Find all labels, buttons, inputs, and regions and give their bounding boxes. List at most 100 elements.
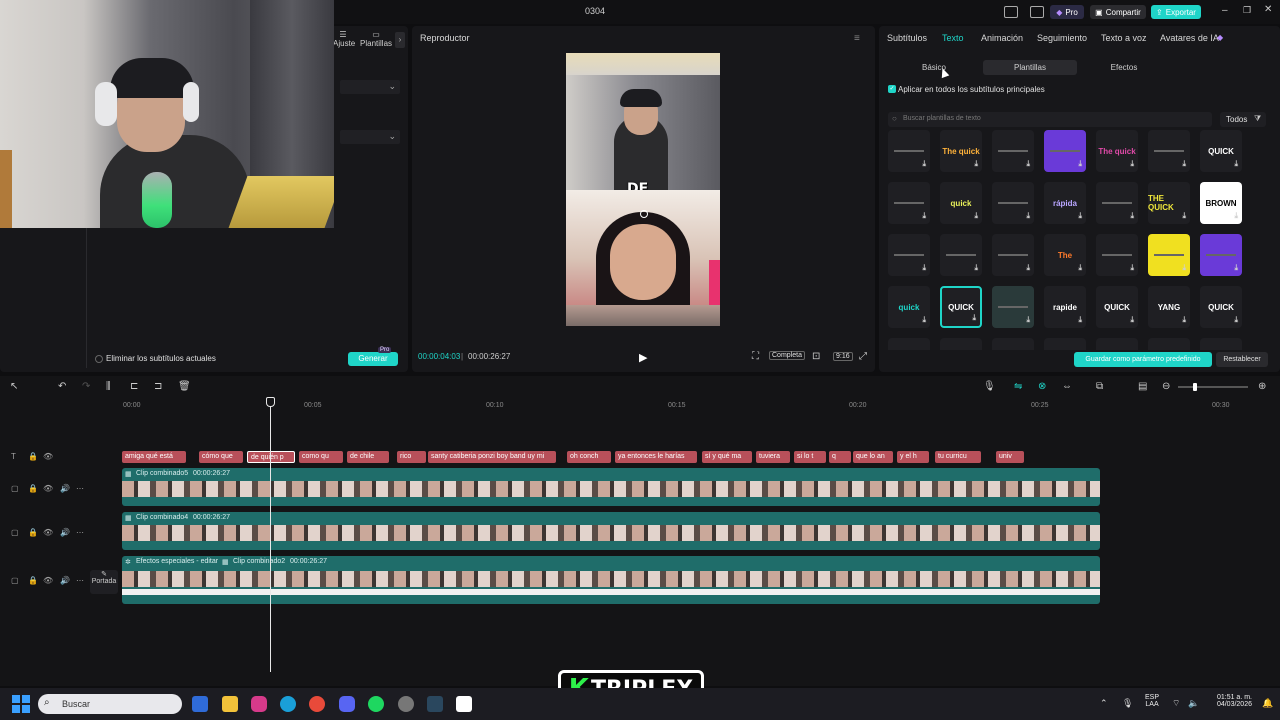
trim-right-icon[interactable]: ⊐ bbox=[154, 381, 162, 392]
dropdown-2[interactable]: ⌄ bbox=[340, 130, 400, 144]
fit-icon[interactable]: ⊡ bbox=[812, 351, 820, 362]
download-icon[interactable]: ⤓ bbox=[1234, 159, 1238, 169]
text-template-card[interactable]: ⤓ bbox=[992, 182, 1034, 224]
text-template-card[interactable]: ⤓ bbox=[888, 130, 930, 172]
shortcuts-icon[interactable] bbox=[1030, 6, 1044, 18]
layout-icon[interactable] bbox=[1004, 6, 1018, 18]
eye-icon[interactable]: 👁 bbox=[43, 484, 53, 493]
notification-icon[interactable]: 🔔 bbox=[1262, 698, 1273, 709]
download-icon[interactable]: ⤓ bbox=[1234, 315, 1238, 325]
edge-icon[interactable] bbox=[280, 696, 296, 712]
text-template-card[interactable]: QUICK ⤓ bbox=[1096, 286, 1138, 328]
chevron-right-icon[interactable]: › bbox=[395, 32, 405, 48]
download-icon[interactable]: ⤓ bbox=[1026, 315, 1030, 325]
dropdown-1[interactable]: ⌄ bbox=[340, 80, 400, 94]
link-icon[interactable]: ⇋ bbox=[1014, 381, 1022, 392]
text-template-card[interactable]: ⤓ bbox=[992, 130, 1034, 172]
more-icon[interactable]: ⋯ bbox=[76, 576, 84, 585]
download-icon[interactable]: ⤓ bbox=[1130, 159, 1134, 169]
text-template-card[interactable]: ⤓ bbox=[992, 338, 1034, 350]
download-icon[interactable]: ⤓ bbox=[1078, 263, 1082, 273]
cover-button[interactable]: ✎ Portada bbox=[90, 570, 118, 594]
lock-icon[interactable]: 🔒 bbox=[28, 452, 38, 461]
windows-start-icon[interactable] bbox=[12, 695, 30, 713]
more-icon[interactable]: ⋯ bbox=[76, 528, 84, 537]
microphone-icon[interactable]: 🎙 bbox=[983, 381, 996, 392]
text-template-card[interactable]: ⤓ bbox=[888, 182, 930, 224]
tab-plantillas[interactable]: ▭ Plantillas bbox=[360, 30, 392, 48]
text-template-card[interactable]: THE QUICK⤓ bbox=[888, 338, 930, 350]
tab-ajuste[interactable]: ☰ Ajuste bbox=[333, 30, 355, 48]
subtab-basico[interactable]: Básico bbox=[887, 60, 981, 75]
split-icon[interactable]: ⫼ bbox=[106, 381, 111, 392]
magnet-icon[interactable]: ⊗ bbox=[1038, 381, 1046, 392]
clock[interactable]: 01:51 a. m. 04/03/2026 bbox=[1206, 694, 1252, 708]
mic-tray-icon[interactable]: 🎙 bbox=[1122, 698, 1133, 709]
full-quality-button[interactable]: Completa bbox=[769, 351, 805, 360]
fullscreen-icon[interactable]: ⤢ bbox=[859, 351, 867, 362]
caption-clip[interactable]: ya entonces le harías bbox=[615, 451, 697, 463]
download-icon[interactable]: ⤓ bbox=[974, 159, 978, 169]
volume-icon[interactable]: 🔈 bbox=[1188, 698, 1199, 709]
filter-button[interactable]: Todos ⧩ bbox=[1220, 112, 1266, 127]
crop-icon[interactable]: ⛶ bbox=[752, 351, 759, 362]
caption-clip[interactable]: y el h bbox=[897, 451, 929, 463]
radio-remove-subtitles[interactable] bbox=[95, 355, 103, 363]
audio-icon[interactable]: 🔊 bbox=[60, 484, 70, 493]
text-template-card[interactable]: ⤓ bbox=[992, 234, 1034, 276]
text-template-card[interactable]: ⤓ bbox=[1200, 234, 1242, 276]
text-template-card[interactable]: The ⤓ bbox=[1044, 234, 1086, 276]
text-template-card[interactable]: ⤓ bbox=[992, 286, 1034, 328]
download-icon[interactable]: ⤓ bbox=[1078, 211, 1082, 221]
download-icon[interactable]: ⤓ bbox=[1026, 211, 1030, 221]
lock-icon[interactable]: 🔒 bbox=[28, 528, 38, 537]
text-template-card[interactable]: BROWN ⤓ bbox=[1200, 182, 1242, 224]
text-template-card[interactable]: ⤓ bbox=[1148, 130, 1190, 172]
video-track-clip-2[interactable]: ✲ Efectos especiales - editar ▦ Clip com… bbox=[122, 556, 1100, 604]
save-default-button[interactable]: Guardar como parámetro predefinido bbox=[1074, 352, 1212, 367]
text-template-card[interactable]: rápida ⤓ bbox=[1044, 182, 1086, 224]
caption-track-icon[interactable]: ▤ bbox=[1138, 381, 1147, 392]
trim-left-icon[interactable]: ⊏ bbox=[130, 381, 138, 392]
text-template-card[interactable]: ⤓ bbox=[1044, 338, 1086, 350]
zoom-slider[interactable] bbox=[1178, 386, 1248, 388]
zoom-in-icon[interactable]: ⊕ bbox=[1258, 381, 1266, 392]
caption-clip-selected[interactable]: de quién p bbox=[247, 451, 295, 463]
download-icon[interactable]: ⤓ bbox=[1130, 263, 1134, 273]
text-template-card[interactable]: ⤓ bbox=[1096, 182, 1138, 224]
share-button[interactable]: ▣ Compartir bbox=[1090, 5, 1146, 19]
playhead[interactable] bbox=[270, 398, 271, 672]
steam-icon[interactable] bbox=[427, 696, 443, 712]
text-template-card[interactable]: THE QUICK⤓ bbox=[1148, 182, 1190, 224]
text-template-card[interactable]: quick ⤓ bbox=[940, 182, 982, 224]
caption-clip[interactable]: de chile bbox=[347, 451, 389, 463]
tab-texto[interactable]: Texto bbox=[942, 33, 964, 43]
download-icon[interactable]: ⤓ bbox=[1026, 159, 1030, 169]
download-icon[interactable]: ⤓ bbox=[1130, 211, 1134, 221]
close-icon[interactable]: ✕ bbox=[1264, 4, 1272, 15]
text-template-card[interactable]: ⤓ bbox=[1096, 234, 1138, 276]
lock-icon[interactable]: 🔒 bbox=[28, 576, 38, 585]
maximize-icon[interactable]: ❐ bbox=[1243, 5, 1251, 16]
link-clips-icon[interactable]: ⇔ bbox=[1062, 381, 1072, 392]
subtab-efectos[interactable]: Efectos bbox=[1077, 60, 1171, 75]
language-indicator[interactable]: ESP LAA bbox=[1145, 694, 1159, 708]
video-track-clip-4[interactable]: ▦ Clip combinado4 00:00:26:27 bbox=[122, 512, 1100, 550]
play-icon[interactable]: ▶ bbox=[639, 351, 647, 364]
text-template-card[interactable]: THE QUICK⤓ bbox=[940, 338, 982, 350]
download-icon[interactable]: ⤓ bbox=[1026, 263, 1030, 273]
download-icon[interactable]: ⤓ bbox=[974, 263, 978, 273]
text-template-card[interactable]: The quick ⤓ bbox=[940, 130, 982, 172]
text-template-card[interactable]: QUICK ⤓ bbox=[1200, 130, 1242, 172]
eye-icon[interactable]: 👁 bbox=[43, 452, 53, 461]
aspect-ratio-button[interactable]: 9:16 bbox=[833, 352, 853, 361]
download-icon[interactable]: ⤓ bbox=[1182, 315, 1186, 325]
text-template-card[interactable]: THE⤓ bbox=[1200, 338, 1242, 350]
caption-clip[interactable]: cómo que bbox=[199, 451, 243, 463]
download-icon[interactable]: ⤓ bbox=[1234, 263, 1238, 273]
text-template-card[interactable]: The quick ⤓ bbox=[1096, 130, 1138, 172]
caption-clip[interactable]: que lo an bbox=[853, 451, 893, 463]
chevron-up-icon[interactable]: ⌃ bbox=[1100, 698, 1108, 709]
export-button[interactable]: ⇪ Exportar bbox=[1151, 5, 1201, 19]
caption-clip[interactable]: tu curricu bbox=[935, 451, 981, 463]
